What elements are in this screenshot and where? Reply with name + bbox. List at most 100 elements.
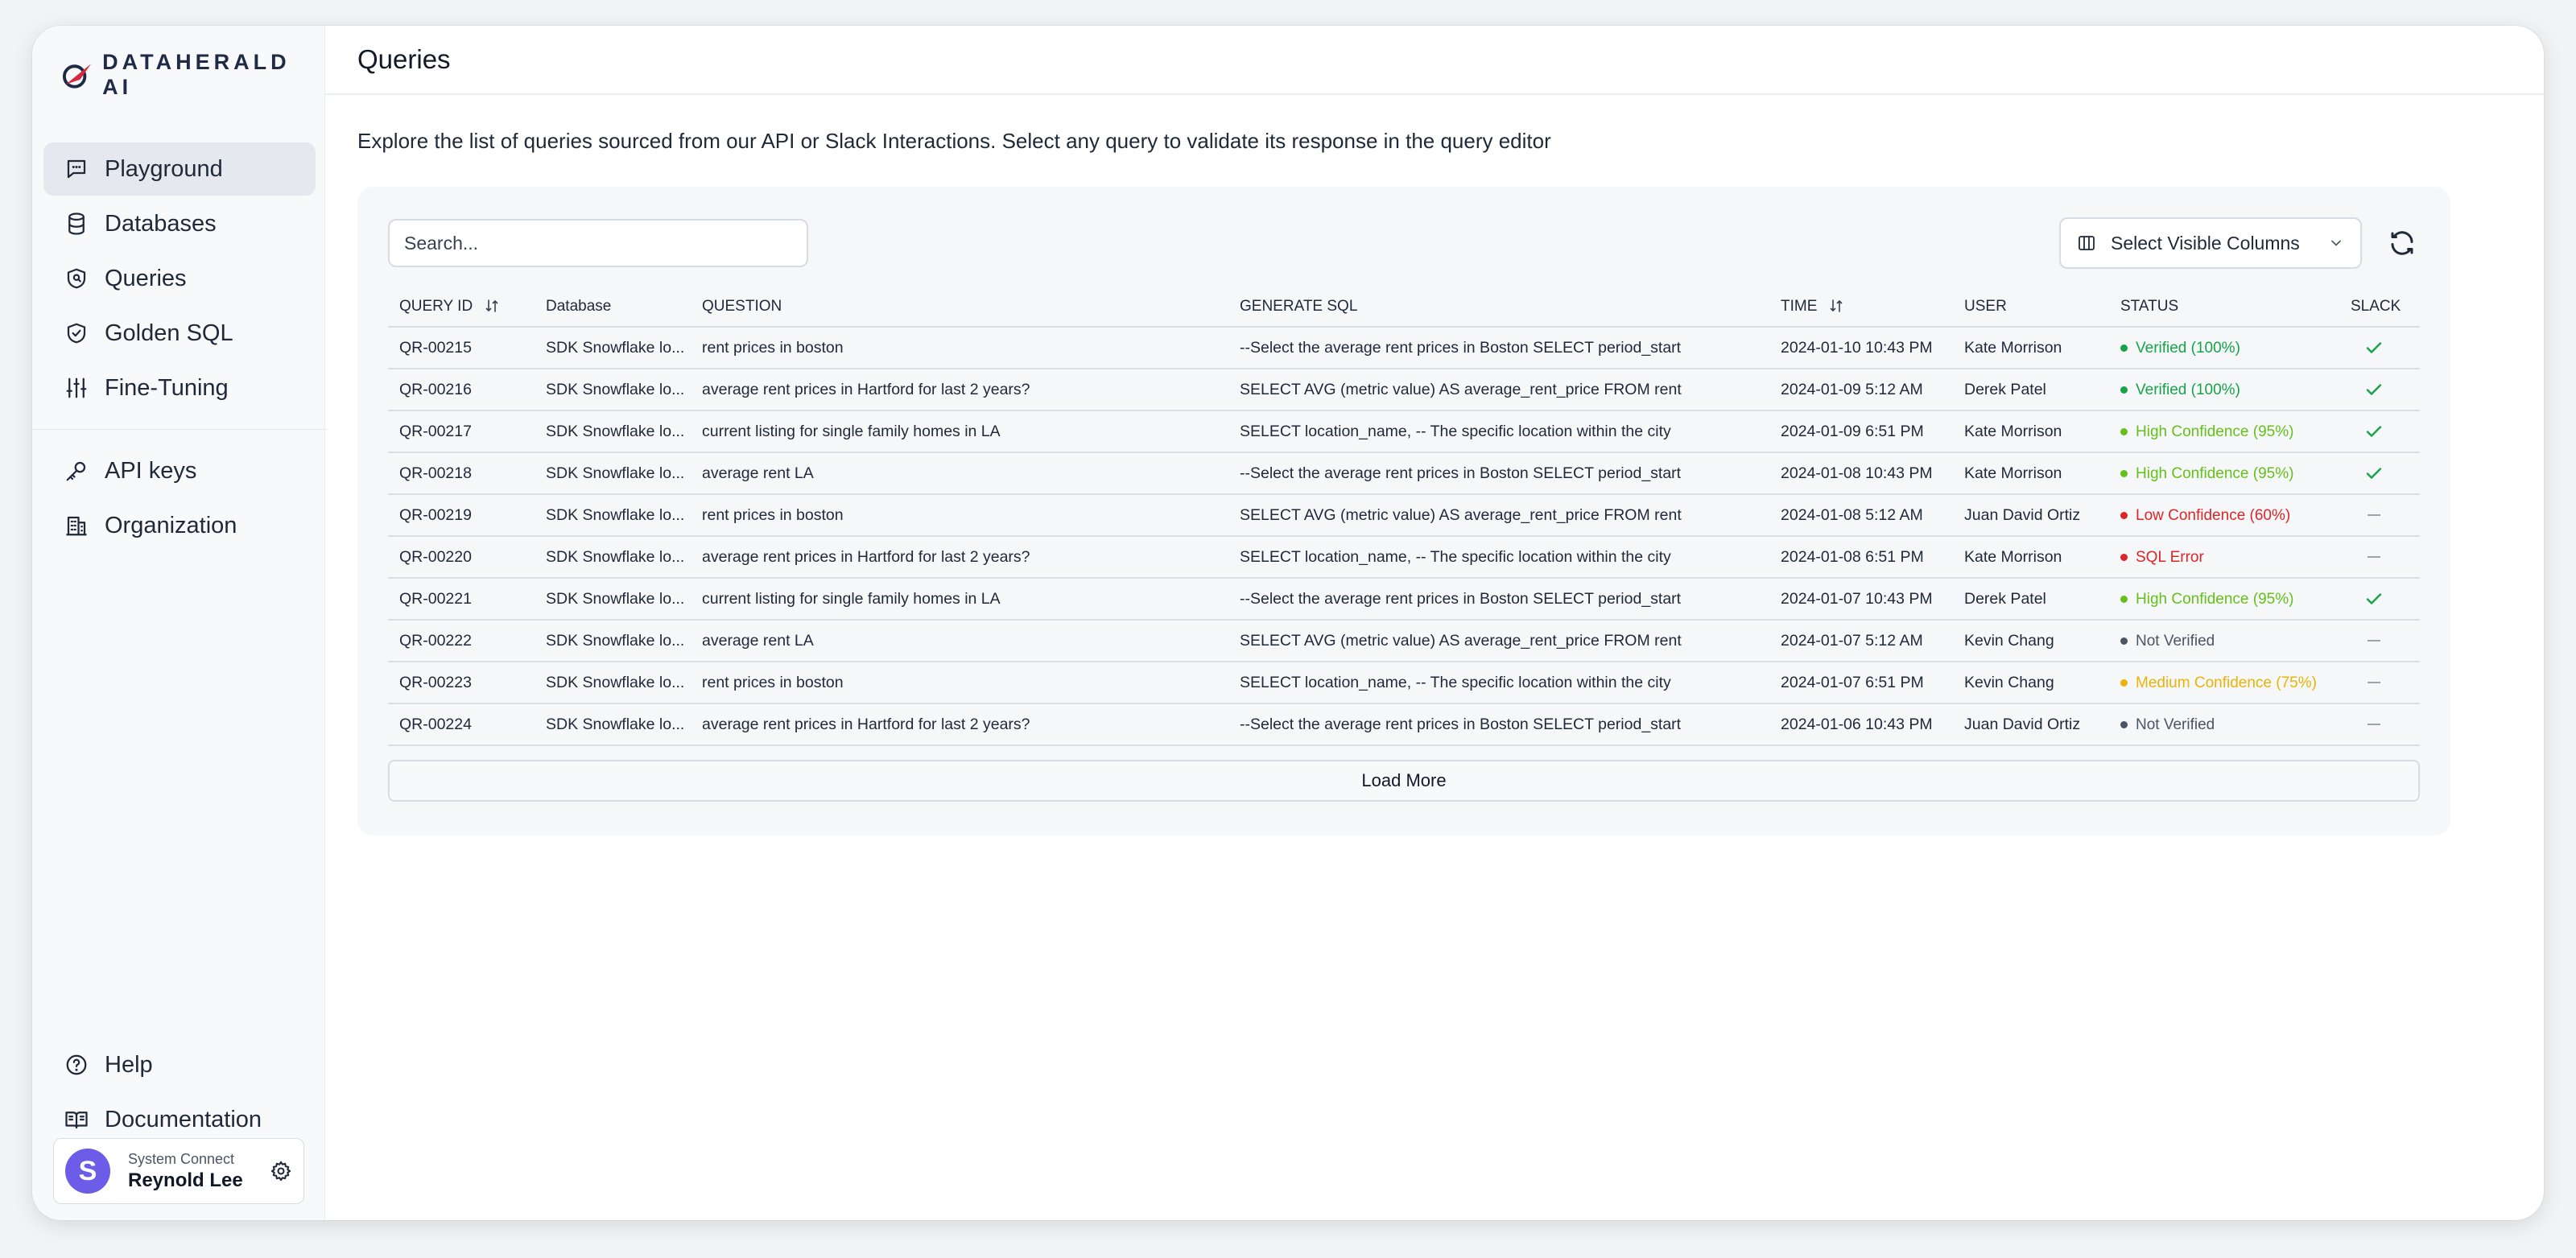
status-badge: Not Verified [2120, 633, 2215, 650]
status-cell: High Confidence (95%) [2109, 452, 2339, 495]
dash-icon [2368, 514, 2380, 517]
user-cell: Kevin Chang [1953, 662, 2109, 704]
sidebar-item-queries[interactable]: Queries [43, 252, 316, 305]
column-header-question[interactable]: QUESTION [691, 287, 1228, 328]
sliders-icon [66, 377, 87, 398]
status-badge: High Confidence (95%) [2120, 465, 2293, 483]
sidebar-item-label: Help [105, 1051, 153, 1078]
sidebar-item-help[interactable]: Help [43, 1038, 316, 1091]
chevron-down-icon [2331, 240, 2341, 246]
question-cell: average rent prices in Hartford for last… [691, 536, 1228, 579]
app-window: DATAHERALD AI Playground Databases Queri… [32, 26, 2544, 1220]
status-badge: Verified (100%) [2120, 340, 2240, 357]
user-cell: Kate Morrison [1953, 327, 2109, 369]
refresh-icon[interactable] [2388, 229, 2417, 258]
status-dot [2120, 386, 2128, 394]
sidebar-item-golden-sql[interactable]: Golden SQL [43, 307, 316, 360]
status-badge: Medium Confidence (75%) [2120, 674, 2317, 692]
main-content: Queries Explore the list of queries sour… [325, 26, 2544, 1220]
sidebar-item-label: Documentation [105, 1106, 262, 1132]
slack-cell [2339, 410, 2420, 453]
column-header-status[interactable]: STATUS [2109, 287, 2339, 328]
sidebar-item-label: Organization [105, 512, 237, 538]
slack-cell [2339, 703, 2420, 746]
time-cell: 2024-01-07 10:43 PM [1769, 578, 1953, 621]
status-badge: Verified (100%) [2120, 382, 2240, 399]
sidebar-item-label: Fine-Tuning [105, 374, 229, 401]
column-header-query-id[interactable]: QUERY ID [388, 287, 535, 328]
table-row[interactable]: QR-00224 SDK Snowflake lo... average ren… [388, 703, 2420, 746]
brand-logo[interactable]: DATAHERALD AI [61, 50, 324, 100]
sidebar-item-databases[interactable]: Databases [43, 197, 316, 250]
question-cell: average rent LA [691, 620, 1228, 662]
table-row[interactable]: QR-00219 SDK Snowflake lo... rent prices… [388, 494, 2420, 537]
user-org: System Connect [128, 1150, 235, 1167]
slack-cell [2339, 578, 2420, 621]
column-header-database[interactable]: Database [535, 287, 691, 328]
help-icon [66, 1054, 87, 1075]
user-info: System Connect Reynold Lee [128, 1151, 270, 1192]
table-row[interactable]: QR-00220 SDK Snowflake lo... average ren… [388, 536, 2420, 579]
building-icon [66, 516, 87, 536]
user-cell: Derek Patel [1953, 369, 2109, 411]
database-cell: SDK Snowflake lo... [535, 662, 691, 704]
status-dot [2120, 596, 2128, 604]
question-cell: current listing for single family homes … [691, 578, 1228, 621]
status-badge: Not Verified [2120, 716, 2215, 734]
check-icon [2366, 384, 2382, 395]
status-cell: Low Confidence (60%) [2109, 494, 2339, 537]
column-header-time[interactable]: TIME [1769, 287, 1953, 328]
status-dot [2120, 721, 2128, 729]
table-row[interactable]: QR-00222 SDK Snowflake lo... average ren… [388, 620, 2420, 662]
table-row[interactable]: QR-00218 SDK Snowflake lo... average ren… [388, 452, 2420, 495]
user-cell: Kate Morrison [1953, 536, 2109, 579]
sidebar-item-api-keys[interactable]: API keys [43, 444, 316, 497]
sidebar-item-playground[interactable]: Playground [43, 142, 316, 196]
search-input[interactable] [388, 219, 808, 267]
check-icon [2366, 426, 2382, 437]
sort-icon[interactable] [1830, 299, 1843, 313]
sidebar-item-fine-tuning[interactable]: Fine-Tuning [43, 361, 316, 415]
column-header-user[interactable]: USER [1953, 287, 2109, 328]
table-row[interactable]: QR-00217 SDK Snowflake lo... current lis… [388, 410, 2420, 453]
query-id-cell: QR-00217 [388, 410, 535, 453]
slack-cell [2339, 369, 2420, 411]
slack-cell [2339, 327, 2420, 369]
user-card[interactable]: S System Connect Reynold Lee [53, 1138, 304, 1204]
query-id-cell: QR-00216 [388, 369, 535, 411]
visible-columns-select[interactable]: Select Visible Columns [2059, 217, 2362, 269]
status-dot [2120, 637, 2128, 645]
column-header-sql[interactable]: GENERATE SQL [1228, 287, 1769, 328]
user-cell: Juan David Ortiz [1953, 703, 2109, 746]
dash-icon [2368, 724, 2380, 726]
column-header-slack[interactable]: SLACK [2339, 287, 2420, 328]
status-cell: Not Verified [2109, 620, 2339, 662]
database-cell: SDK Snowflake lo... [535, 327, 691, 369]
query-id-cell: QR-00218 [388, 452, 535, 495]
table-row[interactable]: QR-00223 SDK Snowflake lo... rent prices… [388, 662, 2420, 704]
question-cell: rent prices in boston [691, 327, 1228, 369]
status-badge: SQL Error [2120, 549, 2204, 567]
load-more-button[interactable]: Load More [388, 760, 2420, 802]
gear-icon[interactable] [270, 1160, 292, 1182]
query-id-cell: QR-00221 [388, 578, 535, 621]
time-cell: 2024-01-08 10:43 PM [1769, 452, 1953, 495]
sql-cell: --Select the average rent prices in Bost… [1228, 578, 1769, 621]
page-description: Explore the list of queries sourced from… [357, 129, 1551, 153]
sidebar-item-organization[interactable]: Organization [43, 499, 316, 552]
status-cell: High Confidence (95%) [2109, 410, 2339, 453]
database-cell: SDK Snowflake lo... [535, 536, 691, 579]
dash-icon [2368, 640, 2380, 642]
status-dot [2120, 470, 2128, 478]
table-row[interactable]: QR-00216 SDK Snowflake lo... average ren… [388, 369, 2420, 411]
sql-cell: SELECT location_name, -- The specific lo… [1228, 536, 1769, 579]
check-icon [2366, 468, 2382, 479]
sql-cell: SELECT AVG (metric value) AS average_ren… [1228, 494, 1769, 537]
sidebar-nav: Playground Databases Queries Golden SQL … [32, 142, 327, 554]
sort-icon[interactable] [485, 299, 498, 313]
query-id-cell: QR-00220 [388, 536, 535, 579]
table-row[interactable]: QR-00221 SDK Snowflake lo... current lis… [388, 578, 2420, 621]
query-id-cell: QR-00224 [388, 703, 535, 746]
table-row[interactable]: QR-00215 SDK Snowflake lo... rent prices… [388, 327, 2420, 369]
sql-cell: --Select the average rent prices in Bost… [1228, 452, 1769, 495]
